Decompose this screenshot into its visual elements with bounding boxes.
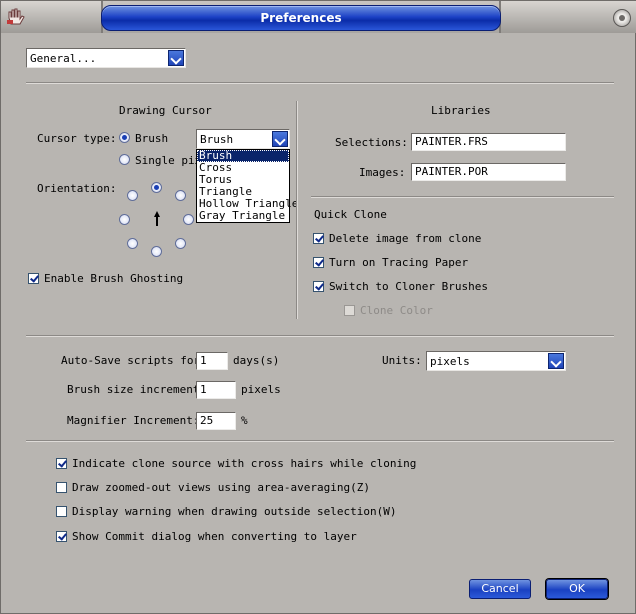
show-commit-dialog-label[interactable]: Show Commit dialog when converting to la… [72,530,357,543]
section-divider [296,101,298,319]
clone-color-label: Clone Color [360,304,433,317]
chevron-down-icon[interactable] [548,353,564,369]
images-label: Images: [359,166,406,179]
title-pill: Preferences [101,5,501,31]
brush-cursor-icon [154,211,160,226]
orientation-dot-ne[interactable] [175,190,186,201]
cancel-button[interactable]: Cancel [469,579,531,599]
enable-brush-ghosting-label[interactable]: Enable Brush Ghosting [44,272,183,285]
divider [26,335,614,337]
libraries-heading: Libraries [431,104,491,117]
cursor-type-select-value: Brush [200,133,234,146]
display-warning-label[interactable]: Display warning when drawing outside sel… [72,505,397,518]
radio-single-pixel[interactable] [119,154,130,165]
ok-button[interactable]: OK [546,579,608,599]
chevron-down-icon[interactable] [168,50,184,66]
chevron-down-icon[interactable] [272,131,288,147]
divider [311,196,614,198]
switch-to-cloner-brushes-label[interactable]: Switch to Cloner Brushes [329,280,488,293]
divider [26,82,614,84]
window-title: Preferences [260,11,342,25]
title-bar[interactable]: Preferences [1,1,636,33]
magnifier-increment-unit: % [241,414,248,427]
enable-brush-ghosting-checkbox[interactable] [28,273,39,284]
radio-brush[interactable] [119,132,130,143]
show-commit-dialog-checkbox[interactable] [56,531,67,542]
clone-color-checkbox[interactable] [344,305,355,316]
magnifier-increment-field[interactable]: 25 [196,412,236,430]
cursor-type-listbox[interactable]: Brush Cross Torus Triangle Hollow Triang… [196,149,298,223]
autosave-label: Auto-Save scripts for [61,354,201,367]
delete-image-from-clone-checkbox[interactable] [313,233,324,244]
brush-size-increment-field[interactable]: 1 [196,381,236,399]
radio-brush-label[interactable]: Brush [135,132,168,145]
images-field[interactable]: PAINTER.POR [411,163,566,181]
selections-label: Selections: [335,136,408,149]
cursor-option[interactable]: Gray Triangle [197,210,289,222]
autosave-unit: days(s) [233,354,280,367]
turn-on-tracing-paper-label[interactable]: Turn on Tracing Paper [329,256,468,269]
cursor-type-select[interactable]: Brush [196,129,290,149]
magnifier-increment-label: Magnifier Increment: [67,414,200,427]
painter-hand-icon [7,8,25,25]
radio-single-pixel-label[interactable]: Single pix [135,154,201,167]
delete-image-from-clone-label[interactable]: Delete image from clone [329,232,481,245]
indicate-clone-source-label[interactable]: Indicate clone source with cross hairs w… [72,457,416,470]
orientation-dot-n[interactable] [151,182,162,193]
switch-to-cloner-brushes-checkbox[interactable] [313,281,324,292]
turn-on-tracing-paper-checkbox[interactable] [313,257,324,268]
orientation-dot-e[interactable] [183,214,194,225]
indicate-clone-source-checkbox[interactable] [56,458,67,469]
quick-clone-heading: Quick Clone [314,208,387,221]
display-warning-checkbox[interactable] [56,506,67,517]
draw-zoomed-out-label[interactable]: Draw zoomed-out views using area-averagi… [72,481,370,494]
selections-field[interactable]: PAINTER.FRS [411,133,566,151]
brush-size-increment-label: Brush size increment [67,383,200,396]
category-dropdown-value: General... [30,52,97,65]
orientation-dot-s[interactable] [151,246,162,257]
divider [26,440,614,442]
brush-size-increment-unit: pixels [241,383,281,396]
autosave-days-field[interactable]: 1 [196,352,228,370]
orientation-dot-nw[interactable] [127,190,138,201]
preferences-dialog: Preferences General... Drawing Cursor Cu… [0,0,636,614]
category-dropdown[interactable]: General... [26,48,186,68]
units-select[interactable]: pixels [426,351,566,371]
orientation-dot-se[interactable] [175,238,186,249]
orientation-label: Orientation: [37,182,117,195]
orientation-dot-sw[interactable] [127,238,138,249]
draw-zoomed-out-checkbox[interactable] [56,482,67,493]
units-select-value: pixels [430,355,470,368]
units-label: Units: [382,354,422,367]
cursor-type-label: Cursor type: [37,132,117,145]
close-icon[interactable] [613,9,631,27]
orientation-dot-w[interactable] [119,214,130,225]
drawing-cursor-heading: Drawing Cursor [119,104,212,117]
